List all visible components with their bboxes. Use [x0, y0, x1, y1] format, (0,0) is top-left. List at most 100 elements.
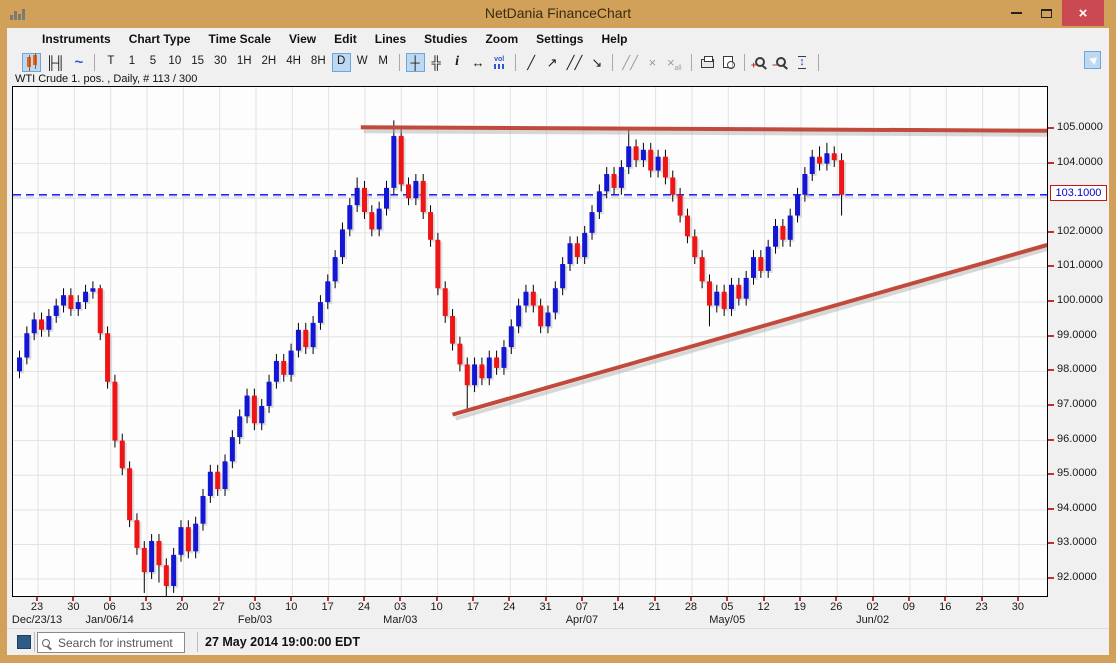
zoom-out-icon[interactable]: −: [772, 53, 791, 72]
channel-lines-icon[interactable]: ╱╱: [564, 53, 586, 72]
candle: [604, 174, 610, 192]
timeframe-1min[interactable]: 1: [122, 53, 141, 72]
minimize-button[interactable]: [1002, 0, 1030, 26]
candle: [413, 180, 419, 199]
menu-item-time-scale[interactable]: Time Scale: [199, 28, 279, 50]
menu-item-edit[interactable]: Edit: [325, 28, 366, 50]
candle: [516, 305, 522, 327]
candle: [97, 288, 103, 334]
price-chart[interactable]: [13, 87, 1047, 596]
trendline-icon[interactable]: ╱: [522, 53, 541, 72]
menu-item-instruments[interactable]: Instruments: [33, 28, 120, 50]
line-chart-icon[interactable]: ~: [69, 53, 88, 72]
candle: [39, 319, 45, 330]
candle: [127, 468, 133, 521]
candle: [251, 395, 257, 424]
zoom-in-icon[interactable]: +: [751, 53, 770, 72]
week-tick-label: 14: [612, 601, 625, 613]
candle: [53, 305, 59, 316]
ohlc-bar-chart-icon[interactable]: ╟╢: [43, 53, 67, 72]
candle: [472, 364, 478, 386]
candle: [215, 471, 221, 490]
candle: [839, 160, 845, 195]
menu-item-studies[interactable]: Studies: [415, 28, 476, 50]
print-preview-icon[interactable]: [719, 53, 738, 72]
price-tick: [1048, 369, 1054, 372]
price-tick-label: 99.0000: [1057, 328, 1097, 341]
candle: [237, 416, 243, 438]
candle: [589, 212, 595, 233]
timeframe-2hour[interactable]: 2H: [258, 53, 281, 72]
candle: [369, 212, 375, 230]
candle: [596, 191, 602, 213]
timeframe-15min[interactable]: 15: [187, 53, 208, 72]
title-bar[interactable]: NetDania FinanceChart ×: [0, 0, 1116, 28]
menu-item-lines[interactable]: Lines: [366, 28, 415, 50]
timeframe-8hour[interactable]: 8H: [307, 53, 330, 72]
crosshair-icon[interactable]: ┼: [405, 52, 425, 72]
price-tick: [1048, 300, 1054, 303]
price-tick: [1048, 265, 1054, 268]
candle: [655, 156, 661, 171]
menu-item-zoom[interactable]: Zoom: [476, 28, 527, 50]
candle: [817, 156, 823, 164]
menu-item-chart-type[interactable]: Chart Type: [120, 28, 200, 50]
print-icon[interactable]: [698, 53, 717, 72]
price-tick: [1048, 473, 1054, 476]
price-axis[interactable]: 103.1000 105.0000 104.0000 102.0000 101.000…: [1048, 86, 1109, 597]
grid-icon[interactable]: ╬: [427, 53, 446, 72]
arrow-draw-icon[interactable]: ↘: [587, 53, 606, 72]
timeframe-weekly[interactable]: W: [353, 53, 372, 72]
week-tick-label: 03: [248, 601, 262, 613]
week-tick-label: 24: [503, 601, 516, 613]
toolbar-separator: [690, 53, 692, 71]
candle: [802, 174, 808, 195]
toolbar-separator: [94, 53, 96, 71]
toolbar-separator: [398, 53, 400, 71]
menu-item-help[interactable]: Help: [592, 28, 636, 50]
support-trendline[interactable]: [452, 243, 1047, 417]
price-tick: [1048, 507, 1054, 510]
timeframe-30min[interactable]: 30: [210, 53, 231, 72]
info-icon[interactable]: i: [448, 53, 467, 72]
volume-icon[interactable]: vol: [490, 53, 509, 72]
pin-panel-button[interactable]: [1084, 51, 1101, 69]
month-label: May/05: [709, 614, 746, 626]
fit-vertical-icon[interactable]: ↕: [793, 53, 812, 72]
timeframe-daily[interactable]: D: [331, 52, 351, 72]
instrument-search[interactable]: [37, 632, 215, 653]
timeframe-4hour[interactable]: 4H: [282, 53, 305, 72]
price-tick-label: 97.0000: [1057, 397, 1097, 410]
time-axis[interactable]: 23 Dec/23/13 30 06 Jan/06/14 13 20 27 03 Feb/03 10…: [12, 597, 1048, 628]
price-tick: [1048, 542, 1054, 545]
timeframe-tick[interactable]: T: [101, 53, 120, 72]
menu-item-view[interactable]: View: [280, 28, 325, 50]
candle: [46, 315, 52, 330]
chart-plot-area[interactable]: [12, 86, 1048, 597]
timeframe-monthly[interactable]: M: [374, 53, 393, 72]
delete-selected-icon: ×: [648, 54, 657, 70]
close-button[interactable]: ×: [1062, 0, 1104, 26]
horizontal-scale-icon[interactable]: ↔: [469, 53, 488, 72]
week-tick-label: 19: [793, 601, 807, 613]
maximize-button[interactable]: [1032, 0, 1060, 26]
month-label: Jan/06/14: [85, 614, 134, 626]
candle: [163, 565, 169, 586]
week-tick-label: 09: [902, 601, 916, 613]
timeframe-10min[interactable]: 10: [164, 53, 185, 72]
timeframe-5min[interactable]: 5: [143, 53, 162, 72]
candle: [699, 257, 705, 282]
menu-item-settings[interactable]: Settings: [527, 28, 592, 50]
ray-line-icon[interactable]: ↗: [543, 53, 562, 72]
candle: [428, 212, 434, 240]
search-input[interactable]: [56, 634, 215, 651]
last-update-timestamp: 27 May 2014 19:00:00 EDT: [205, 635, 360, 649]
candle: [662, 156, 668, 178]
candle: [809, 156, 815, 175]
timeframe-1hour[interactable]: 1H: [233, 53, 256, 72]
candle: [68, 295, 74, 310]
candle: [728, 284, 734, 310]
candle: [112, 381, 118, 441]
search-icon: [42, 638, 50, 647]
candlestick-chart-icon[interactable]: [22, 52, 41, 72]
